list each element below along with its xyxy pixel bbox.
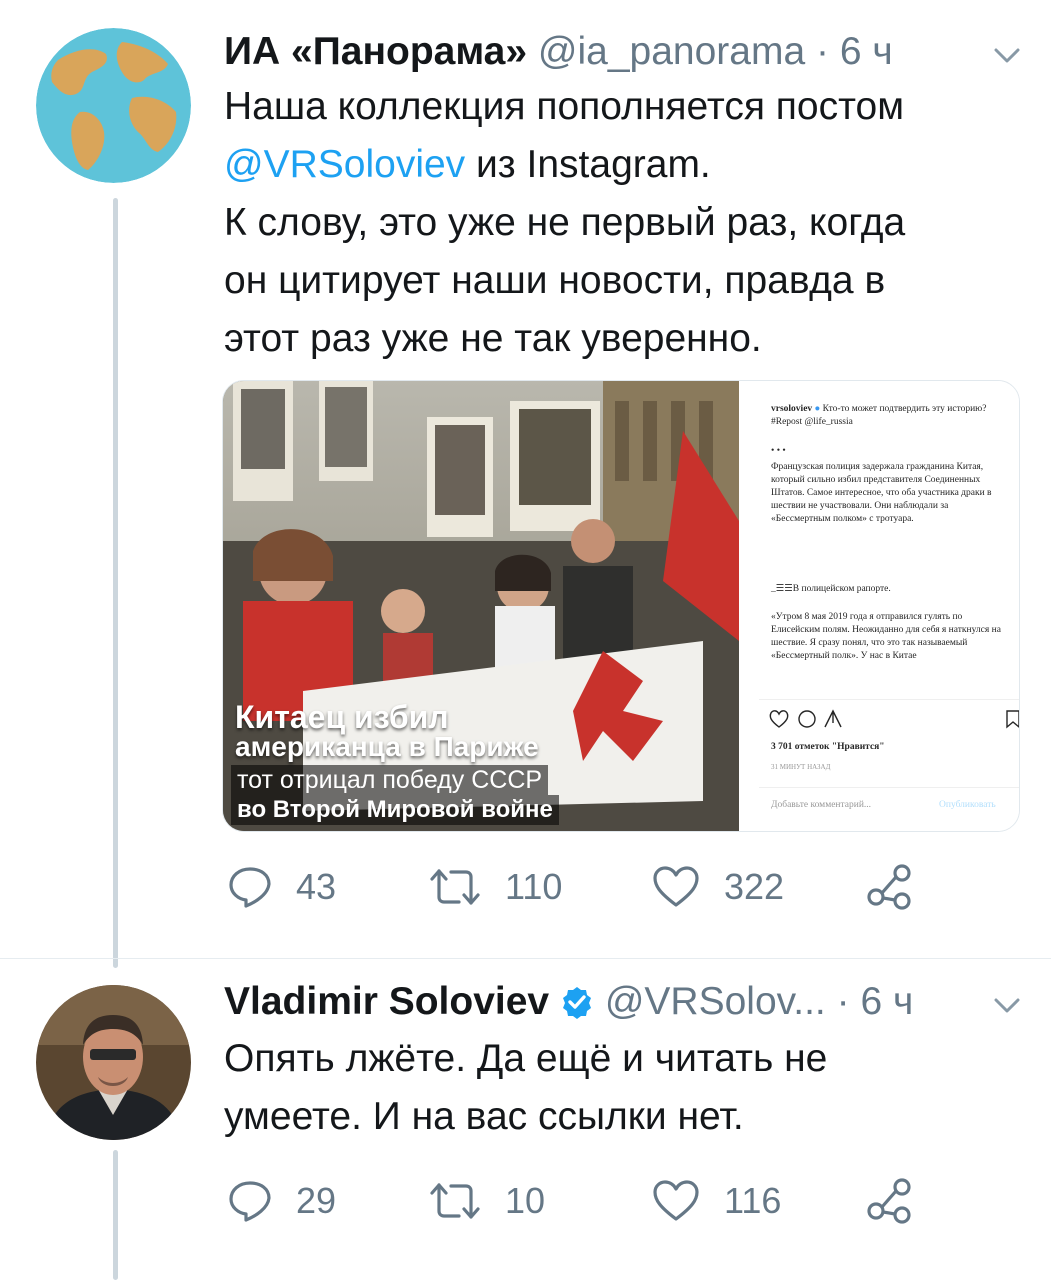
share-icon (867, 1178, 911, 1224)
bookmark-icon (1006, 710, 1019, 729)
share-button[interactable] (866, 862, 914, 912)
thread-line-upper (113, 198, 118, 968)
tweet-2-actions: 29 10 116 (228, 1176, 928, 1226)
globe-icon (36, 28, 191, 183)
portrait-icon (36, 985, 191, 1140)
chevron-down-icon[interactable] (992, 44, 1022, 66)
insta-divider (759, 787, 1019, 788)
insta-time-ago: 31 МИНУТ НАЗАД (771, 763, 831, 771)
insta-username[interactable]: vrsoloviev (771, 404, 812, 414)
like-button[interactable]: 322 (652, 862, 784, 912)
insta-paragraph-2: _☰☰В полицейском рапорте. (771, 584, 891, 594)
mention-link[interactable]: @VRSoloviev (224, 143, 465, 186)
retweet-count: 110 (505, 866, 563, 907)
reply-count: 43 (296, 866, 337, 907)
insta-likes: 3 701 отметок "Нравится" (771, 742, 885, 752)
send-icon (824, 709, 842, 728)
overlay-title-line2: американца в Париже (235, 731, 539, 762)
tweet-2-text: Опять лжёте. Да ещё и читать не умеете. … (224, 1030, 1034, 1146)
comment-icon (798, 710, 816, 728)
insta-divider (759, 699, 1019, 700)
share-button[interactable] (866, 1176, 914, 1226)
tweet-time[interactable]: 6 ч (860, 980, 913, 1023)
separator-dot: · (816, 30, 829, 73)
insta-header: vrsoloviev ● Кто-то может подтвердить эт… (771, 403, 1006, 429)
insta-paragraph-3: «Утром 8 мая 2019 года я отправился гуля… (771, 612, 1001, 661)
insta-publish-button[interactable]: Опубликовать (939, 799, 1019, 812)
globe-avatar[interactable] (36, 28, 191, 183)
retweet-count: 10 (505, 1180, 546, 1221)
media-card[interactable]: Китаец избил американца в Париже тот отр… (222, 380, 1020, 832)
tweet-1-header: ИА «Панорама» @ia_panorama · 6 ч (224, 30, 893, 74)
parade-photo-illustration (223, 381, 739, 831)
retweet-button[interactable]: 110 (429, 862, 562, 912)
like-count: 322 (724, 866, 785, 907)
text-line: этот раз уже не так уверенно. (224, 317, 762, 360)
heart-icon (653, 1180, 699, 1221)
portrait-avatar[interactable] (36, 985, 191, 1140)
retweet-icon (430, 869, 480, 905)
tweet-time[interactable]: 6 ч (840, 30, 893, 73)
insta-comment-input[interactable]: Добавьте комментарий... (771, 799, 911, 812)
tweet-divider (0, 958, 1051, 959)
share-icon (867, 864, 911, 910)
reply-icon (229, 867, 271, 908)
reply-count: 29 (296, 1180, 337, 1221)
tweet-2-header: Vladimir Soloviev @VRSolov... · 6 ч (224, 980, 913, 1024)
author-handle[interactable]: @VRSolov... (605, 980, 826, 1023)
reply-icon (229, 1181, 271, 1222)
text-line: умеете. И на вас ссылки нет. (224, 1095, 744, 1138)
insta-action-icons (769, 709, 1019, 729)
chevron-down-icon[interactable] (992, 994, 1022, 1016)
text-fragment: из Instagram. (465, 143, 711, 186)
tweet-1-text: Наша коллекция пополняется постом @VRSol… (224, 78, 1034, 368)
tweet-1-actions: 43 110 322 (228, 862, 928, 912)
author-name[interactable]: Vladimir Soloviev (224, 980, 549, 1023)
author-name[interactable]: ИА «Панорама» (224, 30, 527, 73)
media-photo[interactable]: Китаец избил американца в Париже тот отр… (223, 381, 739, 831)
overlay-subtitle: тот отрицал победу СССР (231, 765, 549, 795)
insta-paragraph-1: Французская полиция задержала гражданина… (771, 462, 992, 524)
text-line: @VRSoloviev из Instagram. (224, 136, 1034, 194)
like-count: 116 (724, 1180, 782, 1221)
text-line: Наша коллекция пополняется постом (224, 85, 905, 128)
author-handle[interactable]: @ia_panorama (538, 30, 805, 73)
retweet-button[interactable]: 10 (429, 1176, 545, 1226)
text-line: К слову, это уже не первый раз, когда (224, 201, 906, 244)
overlay-subtitle-bold: во Второй Мировой войне (231, 795, 559, 825)
reply-button[interactable]: 29 (228, 1176, 336, 1226)
overlay-title-line1: Китаец избил (235, 699, 449, 735)
separator-dot: · (836, 980, 850, 1023)
thread-line-lower (113, 1150, 118, 1280)
insta-dots: • • • (771, 446, 786, 456)
like-button[interactable]: 116 (652, 1176, 781, 1226)
retweet-icon (430, 1183, 480, 1219)
verified-badge-icon (562, 987, 591, 1019)
verified-badge-icon: ● (814, 404, 821, 414)
text-line: Опять лжёте. Да ещё и читать не (224, 1037, 828, 1080)
instagram-post-panel: vrsoloviev ● Кто-то может подтвердить эт… (739, 381, 1019, 831)
text-line: он цитирует наши новости, правда в (224, 259, 886, 302)
reply-button[interactable]: 43 (228, 862, 336, 912)
heart-icon (769, 710, 789, 728)
heart-icon (653, 866, 699, 907)
